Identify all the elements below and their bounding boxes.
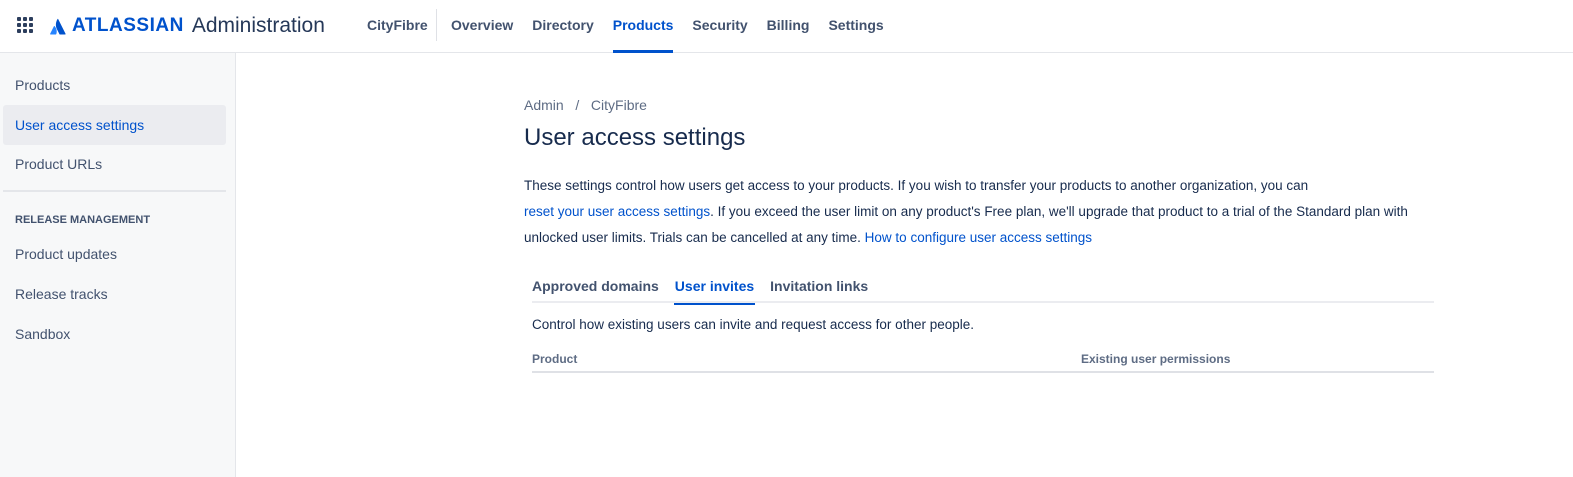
sidebar-item-sandbox[interactable]: Sandbox xyxy=(3,314,226,354)
divider xyxy=(436,9,437,41)
nav-billing[interactable]: Billing xyxy=(767,0,810,53)
table-header: Product Existing user permissions xyxy=(532,350,1434,373)
app-name: Administration xyxy=(191,14,325,37)
column-product: Product xyxy=(532,352,578,366)
tabs: Approved domains User invites Invitation… xyxy=(532,270,1434,305)
how-to-configure-link[interactable]: How to configure user access settings xyxy=(865,230,1092,245)
tab-user-invites[interactable]: User invites xyxy=(673,270,756,305)
intro-part-1: These settings control how users get acc… xyxy=(524,178,1309,193)
reset-settings-link[interactable]: reset your user access settings xyxy=(524,204,710,219)
sidebar-section-heading: RELEASE MANAGEMENT xyxy=(15,214,151,226)
nav-overview[interactable]: Overview xyxy=(451,0,513,53)
sidebar-item-user-access-settings[interactable]: User access settings xyxy=(3,105,226,145)
breadcrumb-admin[interactable]: Admin xyxy=(524,97,564,113)
column-existing-user-permissions: Existing user permissions xyxy=(1081,352,1231,366)
breadcrumb-separator: / xyxy=(567,97,588,113)
top-nav: ATLASSIAN Administration CityFibre Overv… xyxy=(0,0,1573,53)
breadcrumb-org[interactable]: CityFibre xyxy=(591,97,647,113)
nav-products[interactable]: Products xyxy=(612,0,673,53)
org-name[interactable]: CityFibre xyxy=(367,17,428,33)
sidebar-item-release-tracks[interactable]: Release tracks xyxy=(3,274,226,314)
atlassian-mark-icon xyxy=(50,18,66,34)
intro-text: These settings control how users get acc… xyxy=(524,173,1454,251)
main-nav: Overview Directory Products Security Bil… xyxy=(451,0,903,53)
sidebar-divider xyxy=(3,190,226,192)
tab-approved-domains[interactable]: Approved domains xyxy=(532,270,659,303)
breadcrumb: Admin / CityFibre xyxy=(524,97,647,113)
sidebar: Products User access settings Product UR… xyxy=(0,53,236,477)
nav-directory[interactable]: Directory xyxy=(532,0,593,53)
sidebar-item-product-updates[interactable]: Product updates xyxy=(3,234,226,274)
app-switcher-icon[interactable] xyxy=(17,17,33,33)
tab-description: Control how existing users can invite an… xyxy=(532,317,974,332)
sidebar-item-products[interactable]: Products xyxy=(3,65,226,105)
atlassian-logo[interactable]: ATLASSIAN Administration xyxy=(50,12,325,40)
brand-name: ATLASSIAN xyxy=(72,15,184,36)
nav-settings[interactable]: Settings xyxy=(828,0,883,53)
sidebar-item-product-urls[interactable]: Product URLs xyxy=(3,144,226,184)
page-title: User access settings xyxy=(524,124,746,151)
tab-invitation-links[interactable]: Invitation links xyxy=(770,270,868,303)
nav-security[interactable]: Security xyxy=(692,0,747,53)
